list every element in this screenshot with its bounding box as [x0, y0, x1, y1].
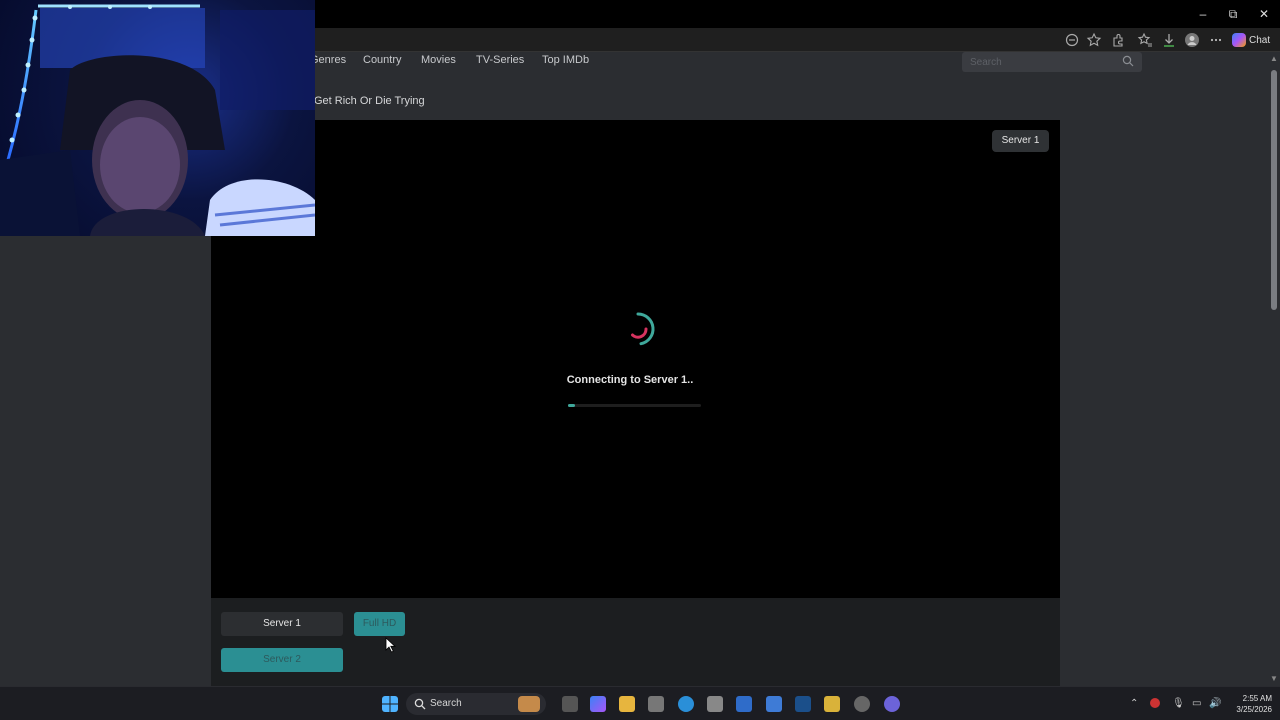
utility-app-icon[interactable] [854, 696, 870, 712]
taskbar-search-icon [414, 698, 426, 710]
scroll-thumb[interactable] [1271, 70, 1277, 310]
windows-taskbar: Search ⌃ 🎙 ▭ 🔊 2:55 AM 3/25/2026 [0, 686, 1280, 720]
steam-app-icon[interactable] [795, 696, 811, 712]
copilot-icon [1232, 33, 1246, 47]
nav-tv-series[interactable]: TV-Series [476, 54, 524, 66]
search-highlight-icon [518, 696, 540, 712]
reader-mode-icon[interactable] [1064, 32, 1080, 48]
chat-label: Chat [1249, 34, 1271, 46]
loading-spinner-icon [631, 312, 655, 346]
favorites-list-icon[interactable] [1137, 32, 1153, 48]
clock-time: 2:55 AM [1242, 694, 1272, 703]
close-window-button[interactable]: ✕ [1249, 4, 1279, 24]
maximize-button[interactable]: ⧉ [1218, 4, 1248, 24]
more-options-icon[interactable] [1208, 32, 1224, 48]
full-hd-badge[interactable]: Full HD [354, 612, 405, 636]
mail-app-icon[interactable] [766, 696, 782, 712]
store-app-icon[interactable] [707, 696, 723, 712]
connecting-status: Connecting to Server 1.. [566, 374, 694, 386]
discord-app-icon[interactable] [884, 696, 900, 712]
search-input[interactable] [962, 52, 1112, 73]
volume-icon[interactable]: 🔊 [1209, 698, 1221, 709]
taskbar-search-label: Search [430, 698, 462, 709]
edge-browser-icon[interactable] [678, 696, 694, 712]
system-clock[interactable]: 2:55 AM 3/25/2026 [1226, 693, 1272, 715]
copilot-app-icon[interactable] [590, 696, 606, 712]
search-icon[interactable] [1122, 55, 1134, 67]
start-windows-icon[interactable] [382, 696, 398, 712]
editor-app-icon[interactable] [736, 696, 752, 712]
nav-top-imdb[interactable]: Top IMDb [542, 54, 589, 66]
taskbar-search[interactable]: Search [406, 693, 546, 715]
favorite-star-icon[interactable] [1086, 32, 1102, 48]
webcam-person-image [0, 4, 315, 236]
webcam-overlay [0, 0, 315, 236]
task-view-icon[interactable] [562, 696, 578, 712]
profile-avatar-icon[interactable] [1184, 32, 1200, 48]
site-search [962, 52, 1142, 73]
progress-fill [568, 404, 575, 407]
nav-country[interactable]: Country [363, 54, 402, 66]
scroll-down-icon[interactable]: ▼ [1270, 674, 1278, 683]
nav-genres[interactable]: Genres [310, 54, 346, 66]
nav-movies[interactable]: Movies [421, 54, 456, 66]
copilot-chat-button[interactable]: Chat [1232, 31, 1270, 49]
extensions-icon[interactable] [1110, 32, 1126, 48]
tray-app-icon[interactable] [1150, 698, 1160, 708]
clock-date: 3/25/2026 [1236, 705, 1272, 714]
connection-progress-bar [568, 404, 701, 407]
mouse-cursor-icon [385, 637, 397, 653]
server-2-button[interactable]: Server 2 [221, 648, 343, 672]
rockstar-app-icon[interactable] [824, 696, 840, 712]
settings-app-icon[interactable] [648, 696, 664, 712]
video-player[interactable]: Server 1 Connecting to Server 1.. [211, 120, 1060, 598]
server-1-button[interactable]: Server 1 [221, 612, 343, 636]
scroll-up-icon[interactable]: ▲ [1270, 54, 1278, 63]
server-selector: Server 1 Full HD Server 2 [211, 598, 1060, 686]
movie-title: Get Rich Or Die Trying [314, 95, 425, 107]
screen: – ⧉ ✕ Chat Genres Country Movies TV-Seri… [0, 0, 1280, 720]
file-explorer-icon[interactable] [619, 696, 635, 712]
minimize-button[interactable]: – [1188, 4, 1218, 24]
microphone-icon[interactable]: 🎙 [1172, 698, 1185, 709]
network-icon[interactable]: ▭ [1192, 698, 1201, 709]
server-badge[interactable]: Server 1 [992, 130, 1049, 152]
tray-overflow-icon[interactable]: ⌃ [1130, 698, 1138, 709]
downloads-icon[interactable] [1161, 32, 1177, 48]
page-scrollbar[interactable]: ▲ ▼ [1268, 52, 1280, 686]
left-sidebar [0, 236, 210, 686]
